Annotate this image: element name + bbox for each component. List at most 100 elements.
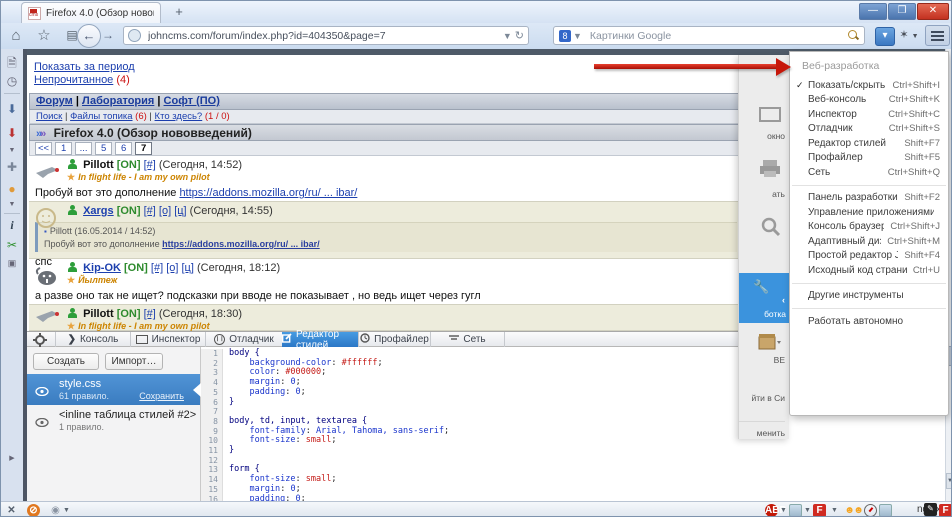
post-reply-link[interactable]: [о] (159, 205, 171, 217)
pencil-tool-icon[interactable]: ✎ (924, 503, 937, 516)
post-link[interactable]: https://addons.mozilla.org/ru/ ... ibar/ (179, 187, 357, 199)
search-engine-icon[interactable]: 8 (559, 30, 571, 42)
image-toggle-icon[interactable] (789, 504, 802, 517)
load-gauge-icon[interactable] (864, 504, 877, 517)
info-icon[interactable]: i (4, 217, 20, 233)
blocker-icon[interactable]: ⊘ (27, 504, 40, 517)
url-input[interactable] (146, 29, 500, 43)
lamp-icon[interactable]: ● (4, 181, 20, 197)
pdf-icon[interactable]: F (939, 504, 952, 517)
topic-files-link[interactable]: Файлы топика (70, 111, 132, 122)
post-quote-link[interactable]: [ц] (174, 205, 186, 217)
post-anchor-link[interactable]: [#] (144, 205, 156, 217)
bookmark-star-icon[interactable]: ☆ (33, 26, 55, 45)
page-1[interactable]: 1 (55, 142, 72, 155)
stylesheet-item-selected[interactable]: style.css 61 правило. Сохранить (27, 374, 200, 405)
find-magnifier-icon[interactable] (761, 217, 781, 242)
menu-item[interactable]: Другие инструменты (790, 289, 948, 304)
visibility-eye-icon[interactable] (35, 414, 49, 423)
scrollbar-down-icon[interactable]: ▼ (946, 473, 952, 489)
visibility-eye-icon[interactable] (35, 383, 49, 392)
reload-icon[interactable]: ↻ (515, 29, 524, 42)
menu-item[interactable]: СетьCtrl+Shift+Q (790, 165, 948, 180)
tab-inspector[interactable]: Инспектор (130, 332, 205, 347)
unread-link[interactable]: Непрочитанное (34, 74, 113, 86)
scissors-icon[interactable]: ✂ (4, 237, 20, 253)
download-arrow-icon[interactable]: ⬇ (4, 101, 20, 117)
create-stylesheet-button[interactable]: Создать (33, 353, 99, 370)
puzzle-addon-icon[interactable]: ✚ (4, 159, 20, 175)
stylesheet-item[interactable]: <inline таблица стилей #2> 1 правило. (27, 405, 200, 435)
proxy-dropdown-icon[interactable]: ▼ (63, 507, 70, 514)
developer-tools-icon[interactable]: ✶ ▼ (899, 27, 919, 44)
back-button[interactable]: ← (77, 24, 101, 48)
search-input[interactable] (588, 29, 848, 43)
menu-item[interactable]: Управление приложениями (790, 205, 948, 220)
menu-item[interactable]: ✓Показать/скрыть инстру…Ctrl+Shift+I (790, 78, 948, 93)
tab-debugger[interactable]: ❙❙ Отладчик (205, 332, 282, 347)
menu-item[interactable]: Веб-консольCtrl+Shift+K (790, 93, 948, 108)
show-period-link[interactable]: Показать за период (34, 61, 135, 73)
statusbar-close-icon[interactable]: ✕ (5, 504, 18, 517)
flashblock-icon[interactable]: F (813, 504, 826, 517)
screenshot-icon[interactable] (879, 504, 892, 517)
url-bar[interactable]: ▼ ↻ (123, 26, 529, 45)
dropdown-small-icon2[interactable]: ▼ (4, 197, 20, 213)
save-link[interactable]: Сохранить (139, 391, 184, 401)
breadcrumb-forum-link[interactable]: Форум (36, 95, 73, 107)
sidebar-expand-icon[interactable]: ▶ (4, 451, 20, 467)
history-clock-icon[interactable]: ◷ (4, 73, 20, 89)
menu-item[interactable]: Консоль браузераCtrl+Shift+J (790, 220, 948, 235)
close-button[interactable]: ✕ (917, 3, 949, 20)
new-tab-button[interactable]: + (167, 4, 191, 21)
downloads-icon[interactable]: ▾ (875, 27, 895, 46)
menu-hamburger-button[interactable] (925, 25, 950, 46)
window-capture-icon[interactable]: ▣ (4, 255, 20, 271)
menu-item[interactable]: ПрофайлерShift+F5 (790, 151, 948, 166)
restore-button[interactable]: ❐ (888, 3, 916, 20)
devtools-settings-gear-icon[interactable] (33, 333, 47, 347)
menu-item[interactable]: Панель разработкиShift+F2 (790, 191, 948, 206)
tab-console[interactable]: ❯ Консоль (55, 332, 130, 347)
post-anchor-link[interactable]: [#] (144, 308, 156, 320)
image-dropdown-icon[interactable]: ▼ (804, 507, 811, 514)
url-dropdown-icon[interactable]: ▼ (503, 31, 512, 41)
dropdown-small-icon[interactable]: ▼ (4, 143, 20, 159)
post-anchor-link[interactable]: [#] (151, 262, 163, 274)
search-topic-link[interactable]: Поиск (36, 111, 62, 122)
page-6[interactable]: 6 (115, 142, 132, 155)
search-magnifier-icon[interactable] (848, 30, 859, 41)
flash-dropdown-icon[interactable]: ▼ (831, 507, 838, 514)
site-identity-icon[interactable] (128, 29, 141, 42)
quote-link[interactable]: https://addons.mozilla.org/ru/ ... ibar/ (162, 239, 320, 249)
browser-tab[interactable]: Firefox 4.0 (Обзор нововведени... (21, 2, 161, 23)
adblock-icon[interactable]: ABP (765, 504, 778, 517)
css-code[interactable]: body { background-color: #ffffff; color:… (229, 349, 449, 504)
tab-style-editor[interactable]: Редактор стилей (282, 332, 358, 347)
new-window-icon[interactable] (759, 105, 781, 128)
post-author-link[interactable]: Xargs (83, 205, 114, 217)
import-stylesheet-button[interactable]: Импорт… (105, 353, 163, 370)
tab-profiler[interactable]: Профайлер (358, 332, 430, 347)
search-bar[interactable]: 8 ▼ (553, 26, 865, 45)
page-first[interactable]: << (35, 142, 52, 155)
page-icon[interactable]: 🗎 (4, 55, 20, 71)
search-engine-dropdown-icon[interactable]: ▼ (573, 31, 582, 41)
menu-item[interactable]: Работать автономно (790, 314, 948, 329)
web-developer-panel-item[interactable]: 🔧 ‹ ботка (739, 273, 789, 323)
menu-item[interactable]: Простой редактор JavaScriptShift+F4 (790, 249, 948, 264)
save-page-icon[interactable] (757, 331, 781, 356)
post-author-link[interactable]: Kip-OK (83, 262, 121, 274)
menu-item[interactable]: Адаптивный дизайнCtrl+Shift+M (790, 234, 948, 249)
page-5[interactable]: 5 (95, 142, 112, 155)
breadcrumb-lab-link[interactable]: Лаборатория (82, 95, 154, 107)
tab-network[interactable]: Сеть (430, 332, 505, 347)
print-icon[interactable] (759, 159, 781, 182)
who-here-link[interactable]: Кто здесь? (155, 111, 203, 122)
post-reply-link[interactable]: [о] (166, 262, 178, 274)
post-quote-link[interactable]: [ц] (182, 262, 194, 274)
adblock-dropdown-icon[interactable]: ▼ (780, 507, 787, 514)
breadcrumb-soft-link[interactable]: Софт (ПО) (164, 95, 220, 107)
minimize-button[interactable]: — (859, 3, 887, 20)
home-icon[interactable]: ⌂ (5, 26, 27, 45)
